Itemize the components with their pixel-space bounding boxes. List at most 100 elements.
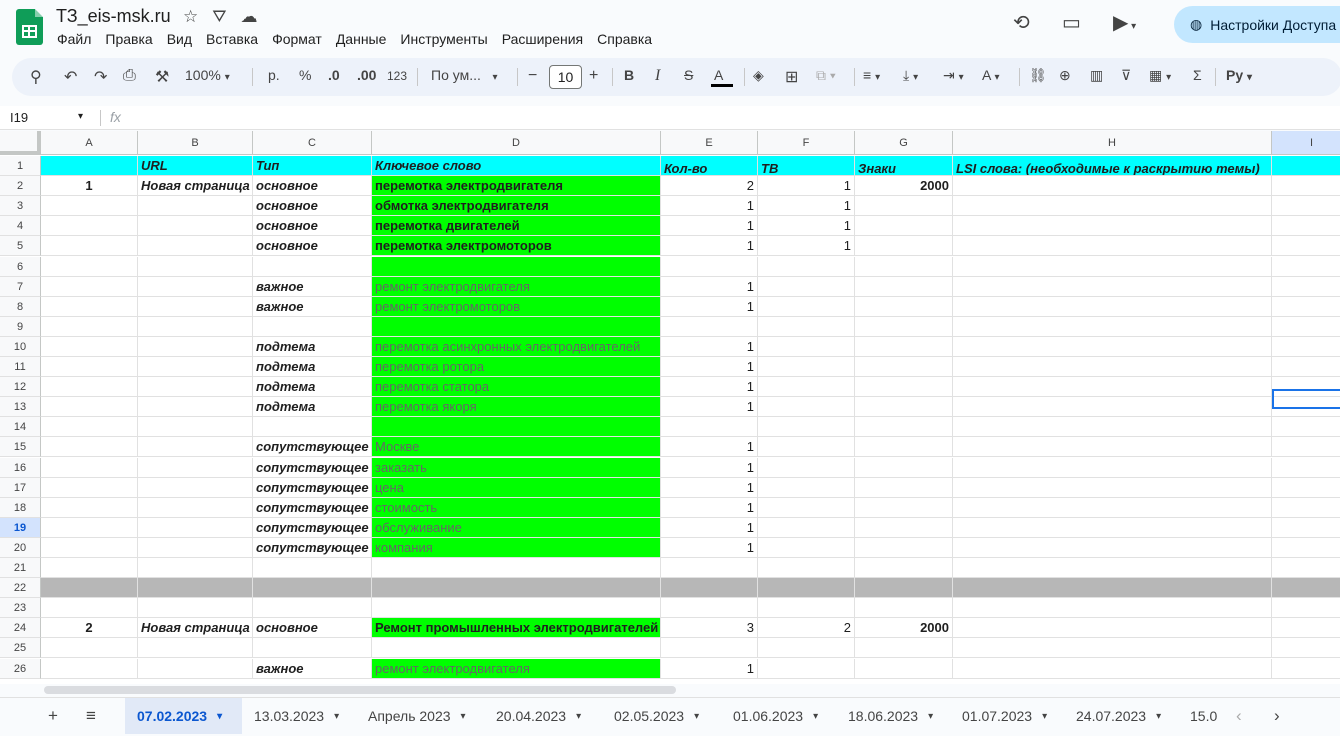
- row-header[interactable]: 20: [0, 537, 41, 558]
- cell-c23[interactable]: [253, 598, 372, 619]
- cell-a23[interactable]: [41, 598, 138, 619]
- search-menus-icon[interactable]: ⚲: [30, 67, 42, 87]
- cell-g9[interactable]: [855, 316, 953, 337]
- cell-g12[interactable]: [855, 377, 953, 398]
- cell-d19[interactable]: обслуживание: [372, 517, 661, 538]
- cell-g8[interactable]: [855, 296, 953, 317]
- cell-h23[interactable]: [953, 598, 1272, 619]
- row-header[interactable]: 5: [0, 236, 41, 257]
- cell-h18[interactable]: [953, 497, 1272, 518]
- insert-link-icon[interactable]: ⛓: [1029, 67, 1047, 84]
- cell-g16[interactable]: [855, 457, 953, 478]
- italic-icon[interactable]: I: [655, 67, 660, 85]
- cell-i21[interactable]: [1272, 558, 1340, 578]
- cell-g20[interactable]: [855, 537, 953, 558]
- filter-views-icon[interactable]: ▦ ▾: [1149, 67, 1171, 84]
- bold-icon[interactable]: B: [624, 67, 634, 83]
- sheet-tab[interactable]: 07.02.2023 ▾: [125, 698, 242, 734]
- cell-i12[interactable]: [1272, 377, 1340, 398]
- print-icon[interactable]: ⎙: [123, 67, 136, 85]
- menu-insert[interactable]: Вставка: [199, 31, 265, 47]
- cell-i22[interactable]: [1272, 578, 1340, 599]
- cell-a13[interactable]: [41, 397, 138, 418]
- cell-b7[interactable]: [138, 276, 253, 297]
- row-header[interactable]: 18: [0, 497, 41, 518]
- cell-c15[interactable]: сопутствующее: [253, 437, 372, 458]
- cell-f13[interactable]: [758, 397, 855, 418]
- cell-i1[interactable]: [1272, 156, 1340, 176]
- row-header[interactable]: 3: [0, 196, 41, 217]
- cell-a14[interactable]: [41, 417, 138, 438]
- row-header[interactable]: 2: [0, 176, 41, 197]
- cell-d11[interactable]: перемотка ротора: [372, 357, 661, 377]
- row-header[interactable]: 21: [0, 558, 41, 578]
- star-icon[interactable]: ☆: [183, 7, 198, 27]
- sheets-logo-icon[interactable]: [16, 9, 43, 45]
- cell-f7[interactable]: [758, 276, 855, 297]
- menu-edit[interactable]: Правка: [98, 31, 159, 47]
- cell-d25[interactable]: [372, 638, 661, 659]
- cell-h3[interactable]: [953, 196, 1272, 217]
- cell-d12[interactable]: перемотка статора: [372, 377, 661, 398]
- cell-h4[interactable]: [953, 216, 1272, 237]
- column-header-b[interactable]: B: [138, 131, 253, 155]
- cell-e11[interactable]: 1: [661, 357, 758, 377]
- cell-i24[interactable]: [1272, 618, 1340, 639]
- cell-d6[interactable]: [372, 256, 661, 277]
- filter-icon[interactable]: ⊽: [1121, 67, 1131, 84]
- cell-i14[interactable]: [1272, 417, 1340, 438]
- redo-icon[interactable]: ↷: [94, 67, 107, 87]
- cell-b11[interactable]: [138, 357, 253, 377]
- cell-c19[interactable]: сопутствующее: [253, 517, 372, 538]
- cell-d22[interactable]: [372, 578, 661, 599]
- cell-a8[interactable]: [41, 296, 138, 317]
- chevron-down-icon[interactable]: ▾: [1042, 711, 1047, 722]
- cell-h15[interactable]: [953, 437, 1272, 458]
- row-header[interactable]: 6: [0, 256, 41, 277]
- cell-i16[interactable]: [1272, 458, 1340, 478]
- cell-i19[interactable]: [1272, 518, 1340, 538]
- increase-decimal-button[interactable]: .00: [357, 67, 376, 83]
- cell-b16[interactable]: [138, 457, 253, 478]
- menu-help[interactable]: Справка: [590, 31, 659, 47]
- more-formats-button[interactable]: 123: [387, 69, 407, 83]
- menu-tools[interactable]: Инструменты: [393, 31, 494, 47]
- cell-i10[interactable]: [1272, 337, 1340, 357]
- cell-e12[interactable]: 1: [661, 377, 758, 398]
- row-header[interactable]: 26: [0, 658, 41, 679]
- cell-b5[interactable]: [138, 236, 253, 257]
- cell-e16[interactable]: 1: [661, 457, 758, 478]
- cell-c17[interactable]: сопутствующее: [253, 477, 372, 498]
- cell-f8[interactable]: [758, 296, 855, 317]
- sheet-tab[interactable]: 02.05.2023 ▾: [602, 698, 717, 734]
- cell-b10[interactable]: [138, 336, 253, 357]
- cell-a22[interactable]: [41, 578, 138, 599]
- sheet-tab[interactable]: 20.04.2023 ▾: [484, 698, 598, 734]
- cell-a2[interactable]: 1: [41, 176, 138, 197]
- cell-f23[interactable]: [758, 598, 855, 619]
- cell-e7[interactable]: 1: [661, 276, 758, 297]
- row-header[interactable]: 17: [0, 477, 41, 498]
- cell-g2[interactable]: 2000: [855, 176, 953, 197]
- cell-e19[interactable]: 1: [661, 517, 758, 538]
- cell-b19[interactable]: [138, 517, 253, 538]
- cell-f22[interactable]: [758, 578, 855, 599]
- cell-a4[interactable]: [41, 216, 138, 237]
- cell-d20[interactable]: компания: [372, 537, 661, 558]
- cell-c26[interactable]: важное: [253, 658, 372, 679]
- cell-i15[interactable]: [1272, 437, 1340, 458]
- cell-c16[interactable]: сопутствующее: [253, 457, 372, 478]
- paint-format-icon[interactable]: ⚒: [155, 67, 169, 87]
- cell-d14[interactable]: [372, 417, 661, 438]
- chevron-down-icon[interactable]: ▾: [694, 711, 699, 722]
- cell-d13[interactable]: перемотка якоря: [372, 397, 661, 418]
- text-wrapping-icon[interactable]: ⇥ ▾: [943, 67, 964, 84]
- row-header[interactable]: 12: [0, 377, 41, 398]
- cell-i4[interactable]: [1272, 216, 1340, 237]
- cell-i13[interactable]: [1272, 397, 1340, 418]
- strikethrough-icon[interactable]: S: [684, 67, 693, 83]
- cell-d23[interactable]: [372, 598, 661, 619]
- row-header[interactable]: 8: [0, 296, 41, 317]
- row-header[interactable]: 19: [0, 517, 41, 538]
- cell-h2[interactable]: [953, 176, 1272, 197]
